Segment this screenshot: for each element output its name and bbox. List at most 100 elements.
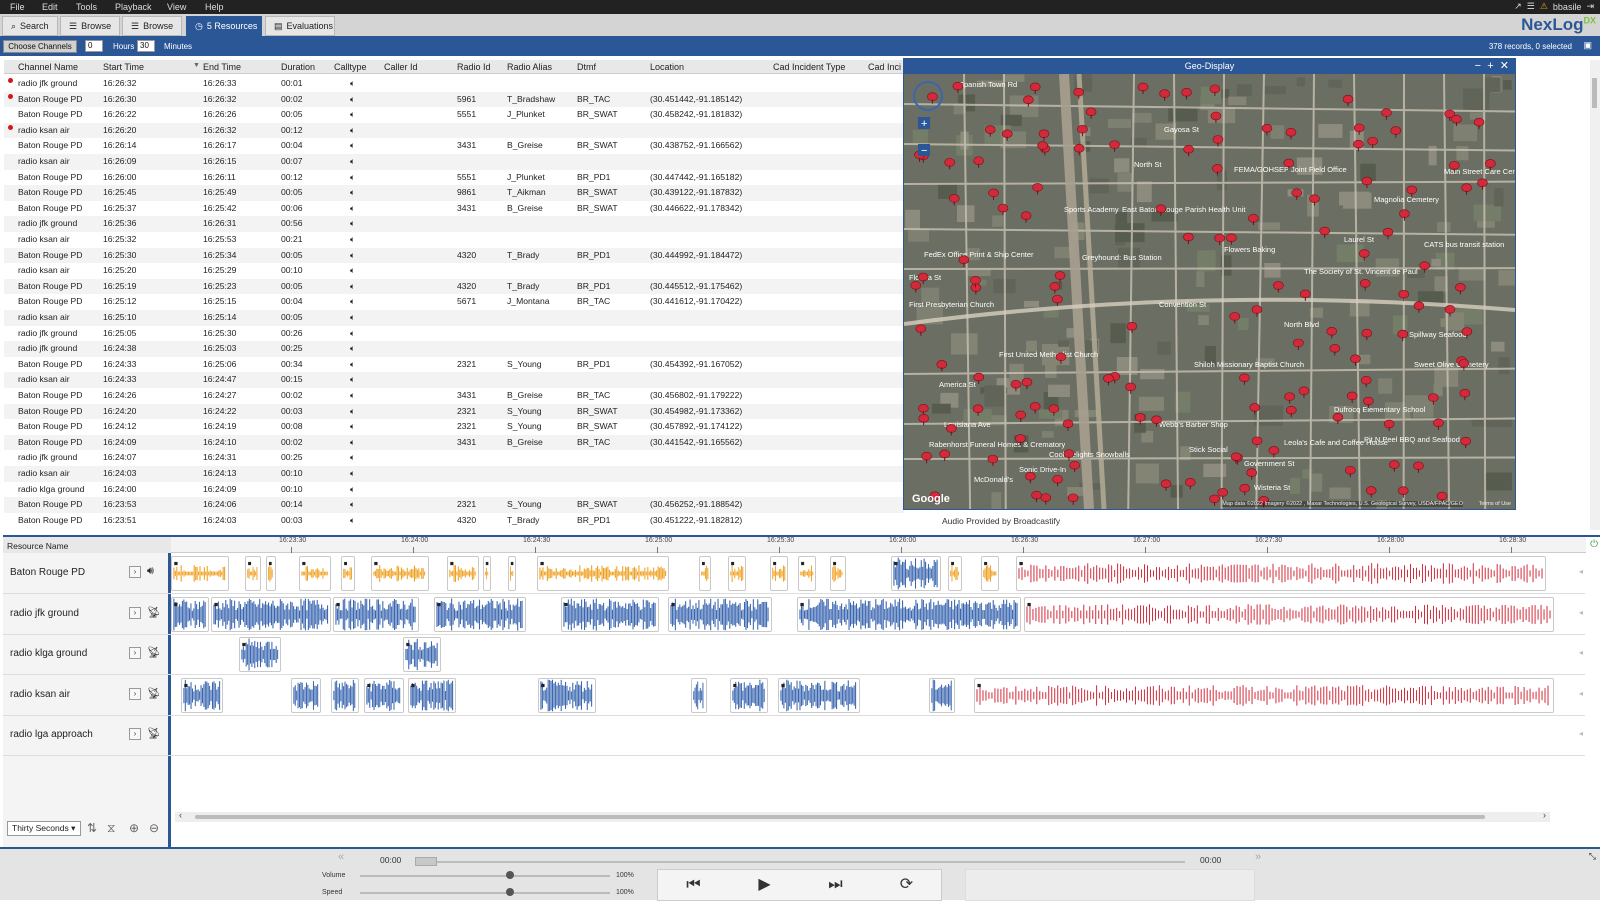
audio-clip[interactable]: ■	[171, 556, 229, 591]
table-row[interactable]: Baton Rouge PD16:24:2616:24:2700:02🔈︎343…	[4, 388, 904, 404]
table-row[interactable]: radio ksan air16:26:2016:26:3200:12🔈︎	[4, 123, 904, 139]
power-icon[interactable]: ⏻	[1590, 539, 1598, 550]
lane-track[interactable]: ■■■■■■■■■■■■■■■■■■■	[171, 554, 1583, 593]
seek-thumb[interactable]	[415, 857, 437, 866]
table-row[interactable]: Baton Rouge PD16:24:2016:24:2200:03🔈︎232…	[4, 404, 904, 420]
tab-browse-2[interactable]: ☰Browse	[122, 16, 182, 36]
speed-slider[interactable]	[360, 892, 610, 894]
zoom-in-icon[interactable]: ⊕	[129, 821, 139, 835]
audio-clip[interactable]: ■	[333, 597, 419, 632]
col-radio-id[interactable]: Radio Id	[457, 62, 491, 72]
timeline-scroll-thumb[interactable]	[195, 815, 1485, 819]
table-row[interactable]: radio klga ground16:24:0016:24:0900:10🔈︎	[4, 482, 904, 498]
skip-next-button[interactable]: ⏭	[800, 872, 871, 898]
table-row[interactable]: Baton Rouge PD16:25:3016:25:3400:05🔈︎432…	[4, 248, 904, 264]
lane-scroll-icon[interactable]: ◂	[1579, 648, 1583, 657]
speaker-icon[interactable]: 🔊︎	[147, 565, 154, 578]
minutes-spinner[interactable]: 30	[137, 40, 155, 52]
audio-clip[interactable]: ■	[1024, 597, 1554, 632]
audio-clip[interactable]	[291, 678, 321, 713]
time-ruler[interactable]: 16:23:3016:24:0016:24:3016:25:0016:25:30…	[171, 537, 1586, 553]
scroll-right-icon[interactable]: ›	[1543, 810, 1546, 820]
audio-clip[interactable]: ■	[974, 678, 1554, 713]
speed-knob[interactable]	[506, 888, 514, 896]
rewind-fast-icon[interactable]: «	[338, 851, 344, 863]
audio-clip[interactable]: ■	[830, 556, 846, 591]
export-icon[interactable]: ▣	[1583, 40, 1592, 51]
table-row[interactable]: radio ksan air16:25:3216:25:5300:21🔈︎	[4, 232, 904, 248]
audio-clip[interactable]: ■	[798, 556, 816, 591]
radio-antenna-icon[interactable]: 📡︎	[147, 606, 161, 619]
audio-clip[interactable]: ■	[891, 556, 941, 591]
table-row[interactable]: radio ksan air16:25:2016:25:2900:10🔈︎	[4, 263, 904, 279]
audio-clip[interactable]: ■	[483, 556, 491, 591]
table-row[interactable]: Baton Rouge PD16:23:5116:24:0300:03🔈︎432…	[4, 513, 904, 528]
col-end-time[interactable]: End Time	[203, 62, 241, 72]
audio-clip[interactable]	[929, 678, 955, 713]
table-row[interactable]: radio jfk ground16:24:0716:24:3100:25🔈︎	[4, 450, 904, 466]
lane-track[interactable]: ■■■■■■■■	[171, 595, 1583, 634]
col-dtmf[interactable]: Dtmf	[577, 62, 596, 72]
tab-evaluations[interactable]: ▤Evaluations	[265, 16, 335, 36]
expand-lane-button[interactable]: ›	[129, 566, 141, 578]
chart-icon[interactable]: ↗	[1514, 1, 1522, 12]
choose-channels-button[interactable]: Choose Channels	[3, 40, 77, 53]
resize-icon[interactable]: ⤡	[1589, 851, 1596, 862]
table-row[interactable]: Baton Rouge PD16:25:1216:25:1500:04🔈︎567…	[4, 294, 904, 310]
col-start-time[interactable]: Start Time	[103, 62, 144, 72]
lane-track[interactable]: ■■■■■■■	[171, 676, 1583, 715]
lane-scroll-icon[interactable]: ◂	[1579, 729, 1583, 738]
table-row[interactable]: radio ksan air16:25:1016:25:1400:05🔈︎	[4, 310, 904, 326]
tab-search[interactable]: ⌕Search	[2, 16, 58, 36]
lane-scroll-icon[interactable]: ◂	[1579, 608, 1583, 617]
menu-edit[interactable]: Edit	[42, 2, 58, 12]
audio-clip[interactable]: ■	[181, 678, 223, 713]
audio-clip[interactable]: ■	[245, 556, 261, 591]
audio-clip[interactable]: ■	[447, 556, 479, 591]
table-row[interactable]: Baton Rouge PD16:24:0916:24:1000:02🔈︎343…	[4, 435, 904, 451]
table-row[interactable]: radio ksan air16:24:0316:24:1300:10🔈︎	[4, 466, 904, 482]
audio-clip[interactable]: ■	[668, 597, 772, 632]
maximize-icon[interactable]: +	[1487, 60, 1493, 72]
menu-tools[interactable]: Tools	[76, 2, 97, 12]
audio-clip[interactable]: ■	[508, 556, 516, 591]
audio-clip[interactable]: ■	[538, 678, 596, 713]
table-row[interactable]: Baton Rouge PD16:25:1916:25:2300:05🔈︎432…	[4, 279, 904, 295]
audio-clip[interactable]: ■	[211, 597, 331, 632]
audio-clip[interactable]	[331, 678, 359, 713]
col-caller-id[interactable]: Caller Id	[384, 62, 418, 72]
skip-previous-button[interactable]: ⏮	[658, 872, 729, 898]
audio-clip[interactable]: ■	[537, 556, 669, 591]
menu-help[interactable]: Help	[205, 2, 224, 12]
scroll-left-icon[interactable]: ‹	[179, 810, 182, 820]
table-row[interactable]: radio ksan air16:24:3316:24:4700:15🔈︎	[4, 372, 904, 388]
timeline-scrollbar[interactable]: ‹ ›	[175, 812, 1550, 822]
table-row[interactable]: Baton Rouge PD16:26:1416:26:1700:04🔈︎343…	[4, 138, 904, 154]
audio-clip[interactable]: ■	[341, 556, 355, 591]
audio-clip[interactable]: ■	[797, 597, 1021, 632]
table-row[interactable]: Baton Rouge PD16:23:5316:24:0600:14🔈︎232…	[4, 497, 904, 513]
audio-clip[interactable]: ■	[403, 637, 441, 672]
table-scrollbar[interactable]	[1590, 60, 1600, 530]
audio-clip[interactable]: ■	[730, 678, 768, 713]
hours-spinner[interactable]: 0	[85, 40, 103, 52]
lane-track[interactable]: ■■	[171, 635, 1583, 674]
seek-slider[interactable]	[415, 861, 1185, 863]
expand-lane-button[interactable]: ›	[129, 647, 141, 659]
audio-clip[interactable]	[691, 678, 707, 713]
geo-display-window[interactable]: Geo-Display − + ✕ Spanish Town RdFEMA/GO…	[903, 58, 1516, 510]
table-row[interactable]: radio jfk ground16:24:3816:25:0300:25🔈︎	[4, 341, 904, 357]
tab-browse-1[interactable]: ☰Browse	[60, 16, 120, 36]
map-canvas[interactable]: Spanish Town RdFEMA/GOHSEP Joint Field O…	[904, 74, 1515, 509]
table-row[interactable]: Baton Rouge PD16:25:4516:25:4900:05🔈︎986…	[4, 185, 904, 201]
logout-icon[interactable]: ⇥	[1586, 1, 1594, 12]
audio-clip[interactable]: ■	[770, 556, 788, 591]
col-channel-name[interactable]: Channel Name	[18, 62, 78, 72]
expand-lane-button[interactable]: ›	[129, 728, 141, 740]
collapse-lanes-icon[interactable]: ⧖	[107, 821, 115, 836]
table-row[interactable]: Baton Rouge PD16:26:0016:26:1100:12🔈︎555…	[4, 170, 904, 186]
audio-clip[interactable]: ■	[778, 678, 860, 713]
audio-clip[interactable]: ■	[371, 556, 429, 591]
forward-fast-icon[interactable]: »	[1255, 851, 1261, 863]
audio-clip[interactable]: ■	[434, 597, 526, 632]
